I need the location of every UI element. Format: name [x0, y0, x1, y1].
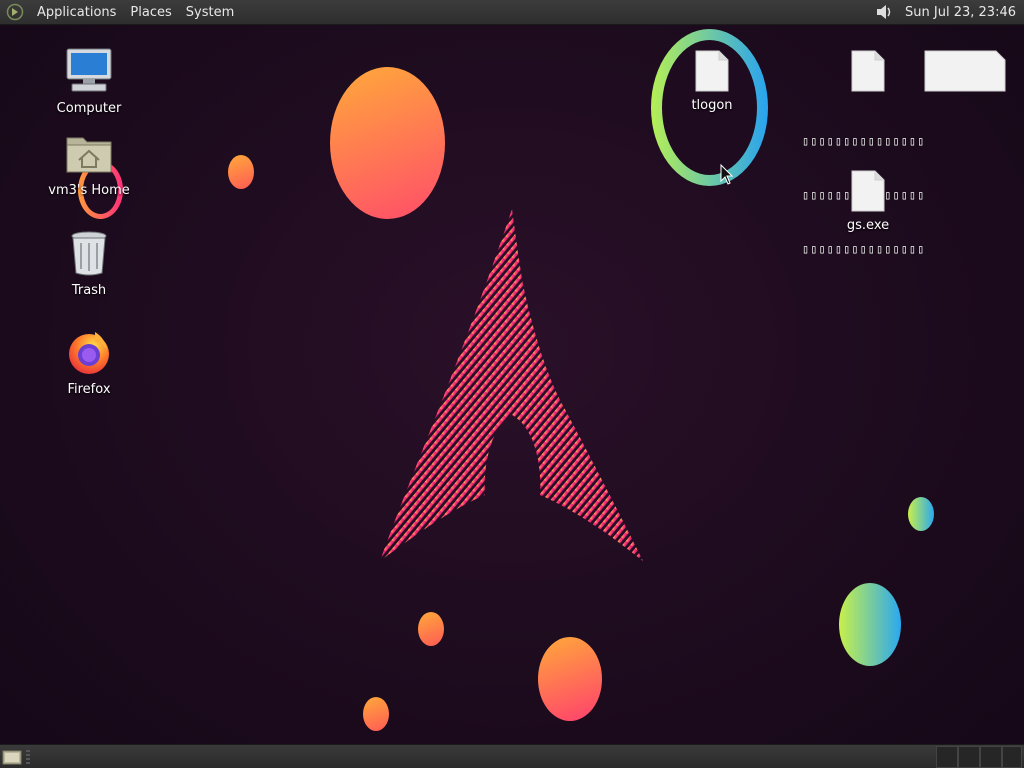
workspace-3[interactable] [980, 746, 1002, 768]
workspace-1[interactable] [936, 746, 958, 768]
desktop-icon-label: Firefox [67, 382, 111, 397]
garbled-line: ▯▯▯▯▯▯▯▯▯▯▯▯▯▯▯ [802, 134, 926, 148]
speaker-icon[interactable] [873, 1, 895, 23]
desktop-icon-gs-exe[interactable]: gs.exe [823, 168, 913, 233]
wallpaper-blob [418, 612, 444, 646]
trash-icon [63, 227, 115, 279]
desktop-icon-home[interactable]: vm3's Home [44, 127, 134, 198]
desktop-icon-computer[interactable]: Computer [44, 45, 134, 116]
file-icon [842, 48, 894, 94]
desktop-icon-trash[interactable]: Trash [44, 227, 134, 298]
workspace-2[interactable] [958, 746, 980, 768]
panel-tray: Sun Jul 23, 23:46 [873, 0, 1024, 25]
file-icon [686, 48, 738, 94]
file-icon [842, 168, 894, 214]
workspace-4[interactable] [1002, 746, 1022, 768]
desktop-icon-label: gs.exe [846, 218, 890, 233]
desktop-icon-label: vm3's Home [48, 183, 130, 198]
garbled-line: ▯▯▯▯▯▯▯▯▯▯▯▯▯▯▯ [802, 242, 926, 256]
desktop-icon-firefox[interactable]: Firefox [44, 326, 134, 397]
wallpaper-blob [538, 637, 602, 721]
firefox-icon [63, 326, 115, 378]
file-icon[interactable] [924, 50, 1006, 92]
desktop-icon-label: Trash [71, 283, 107, 298]
desktop-icon-label: Computer [56, 101, 122, 116]
wallpaper-blob [330, 67, 445, 219]
wallpaper-blob [839, 583, 901, 666]
mouse-cursor-icon [720, 164, 734, 185]
gnome-foot-icon[interactable] [6, 3, 24, 21]
desktop-icon-unnamed-file[interactable] [823, 48, 913, 94]
menu-applications[interactable]: Applications [30, 0, 123, 25]
wallpaper-blob [228, 155, 254, 189]
menu-system[interactable]: System [179, 0, 241, 25]
clock[interactable]: Sun Jul 23, 23:46 [901, 5, 1024, 20]
menu-places[interactable]: Places [123, 0, 178, 25]
wallpaper-blob [908, 497, 934, 531]
desktop-icon-tlogon[interactable]: tlogon [667, 48, 757, 113]
home-folder-icon [63, 127, 115, 179]
panel-grip[interactable] [26, 750, 30, 764]
arch-logo [380, 209, 643, 561]
desktop-icon-label: tlogon [691, 98, 733, 113]
computer-icon [63, 45, 115, 97]
show-desktop-icon[interactable] [2, 748, 22, 766]
top-panel: Applications Places System Sun Jul 23, 2… [0, 0, 1024, 25]
wallpaper-blob [363, 697, 389, 731]
bottom-panel [0, 744, 1024, 768]
